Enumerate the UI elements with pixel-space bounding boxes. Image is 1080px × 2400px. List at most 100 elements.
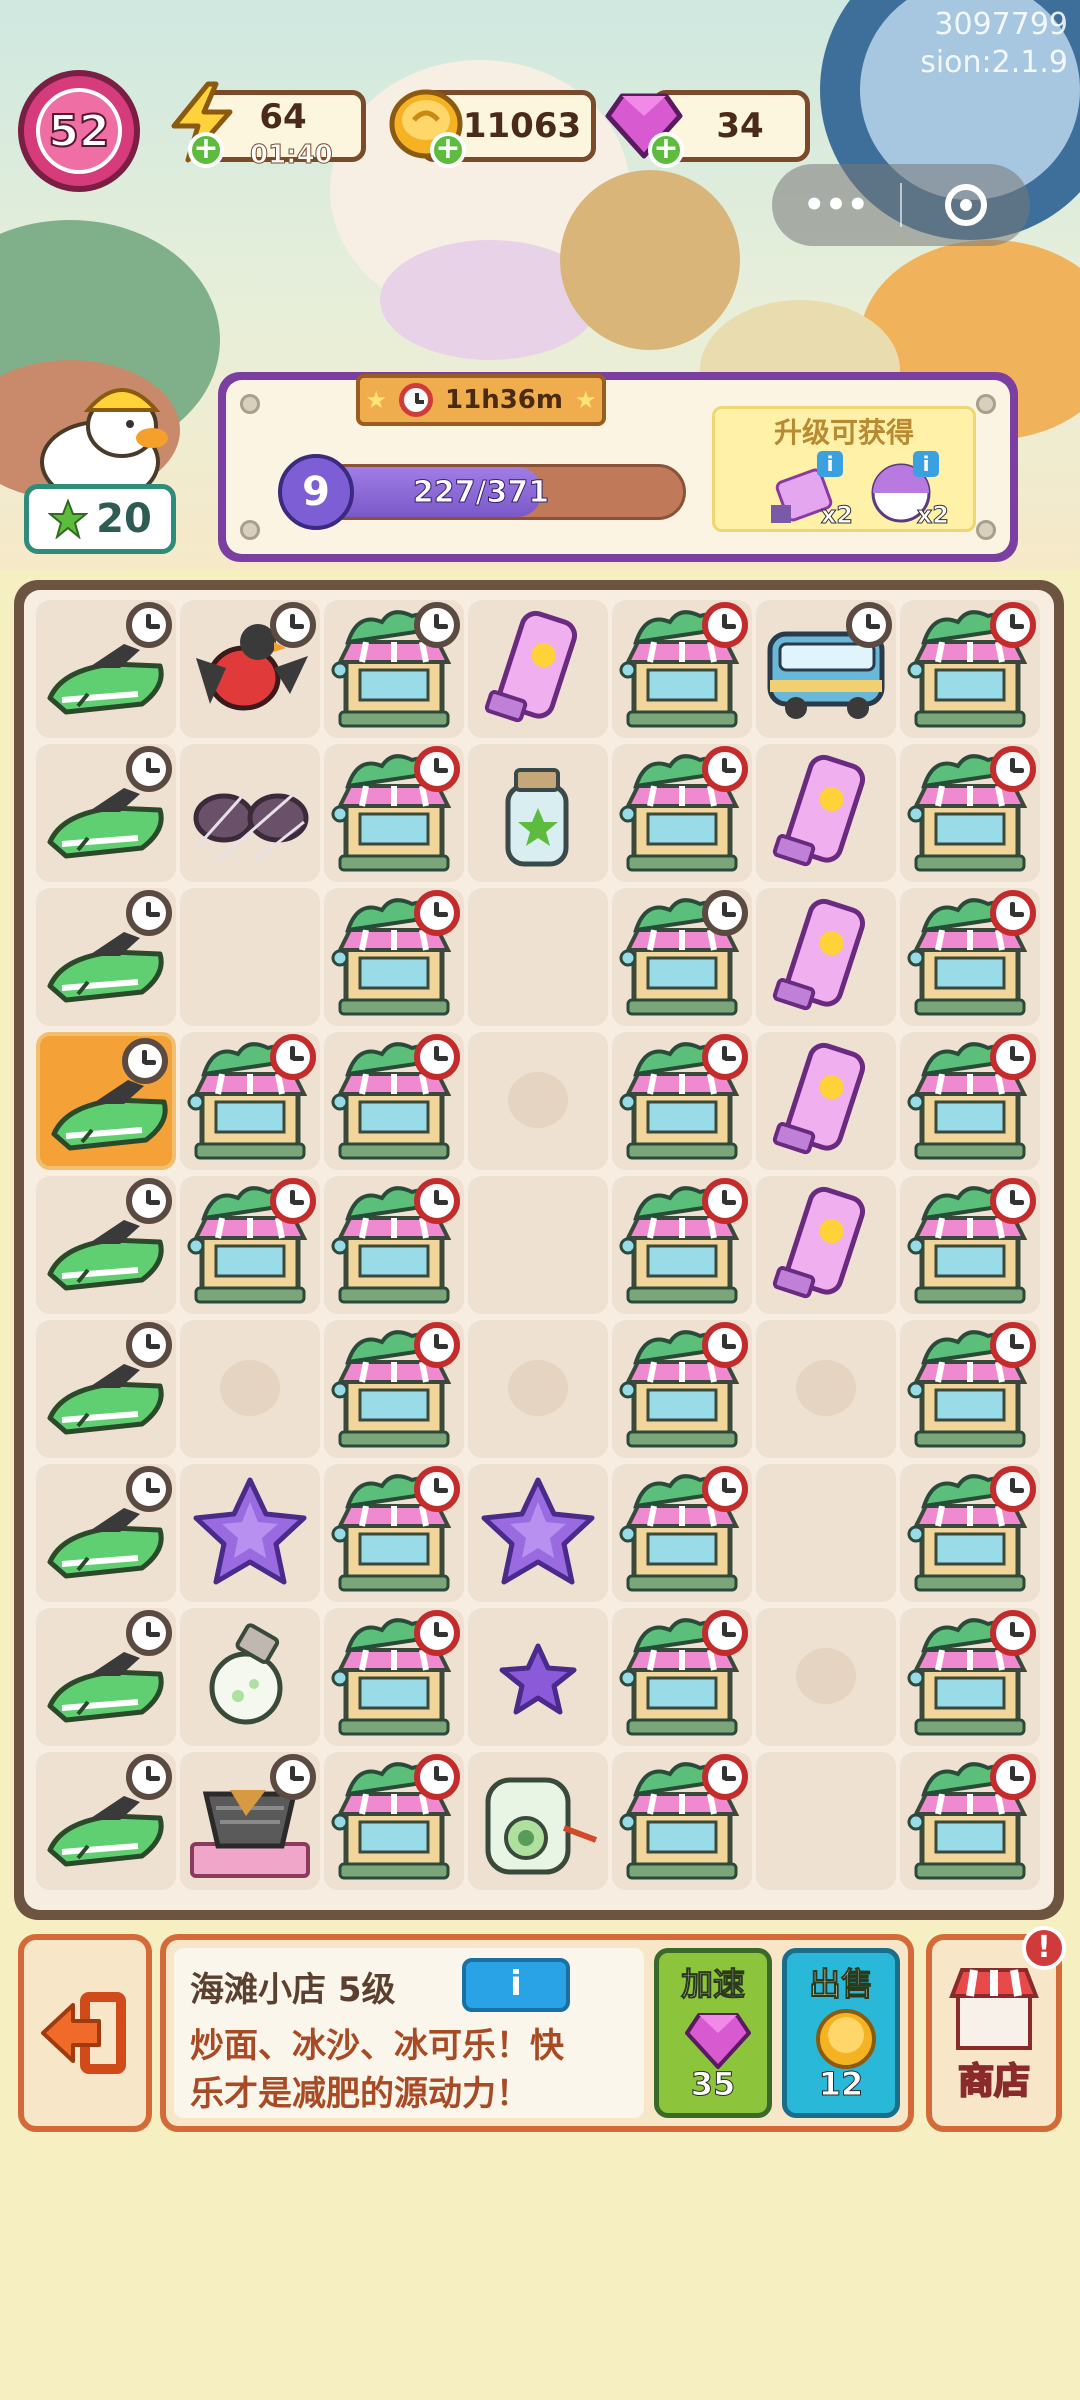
board-cell[interactable] <box>324 744 464 882</box>
board-cell[interactable] <box>324 1608 464 1746</box>
board-cell[interactable] <box>756 744 896 882</box>
board-cell[interactable] <box>36 888 176 1026</box>
avatar-star-count[interactable]: 20 <box>24 484 176 554</box>
cooldown-timer-icon <box>126 602 172 648</box>
board-cell[interactable] <box>36 1464 176 1602</box>
board-cell[interactable] <box>900 1176 1040 1314</box>
board-cell[interactable] <box>612 888 752 1026</box>
locked-cloud-cell[interactable] <box>468 1032 608 1170</box>
board-cell[interactable] <box>468 1176 608 1314</box>
cooldown-timer-icon <box>702 1034 748 1080</box>
close-miniprogram-button[interactable] <box>902 164 1030 246</box>
board-cell[interactable] <box>756 888 896 1026</box>
duck-worker-avatar[interactable] <box>30 370 180 500</box>
board-cell[interactable] <box>180 1608 320 1746</box>
star-item-icon <box>481 1477 595 1585</box>
reward-item-ball[interactable]: i x2 <box>863 451 950 530</box>
locked-cloud-cell[interactable] <box>180 1320 320 1458</box>
board-cell[interactable] <box>468 1752 608 1890</box>
sell-label: 出售 <box>808 1965 873 2004</box>
event-timer-text: 11h36m <box>445 385 563 415</box>
board-cell[interactable] <box>180 1176 320 1314</box>
board-cell[interactable] <box>36 1176 176 1314</box>
board-cell[interactable] <box>756 1464 896 1602</box>
cooldown-timer-icon <box>414 1754 460 1800</box>
event-timer-ribbon: ★ 11h36m ★ <box>356 374 606 426</box>
reward-info-button[interactable]: i <box>913 451 939 477</box>
coin-add-button[interactable]: + <box>430 132 466 168</box>
item-description-box: 海滩小店 5级 i 炒面、冰沙、冰可乐！快 乐才是减肥的源动力！ <box>174 1948 644 2118</box>
cooldown-timer-icon <box>702 1466 748 1512</box>
player-level-value: 52 <box>36 88 122 174</box>
board-cell[interactable] <box>612 1752 752 1890</box>
board-cell[interactable] <box>756 1032 896 1170</box>
board-cell[interactable] <box>180 1464 320 1602</box>
board-cell[interactable] <box>180 1032 320 1170</box>
board-cell[interactable] <box>36 600 176 738</box>
board-cell[interactable] <box>36 1752 176 1890</box>
locked-cloud-cell[interactable] <box>756 1320 896 1458</box>
shop-button[interactable]: 商店 ! <box>926 1926 1066 2132</box>
board-cell[interactable] <box>36 1032 176 1170</box>
board-cell[interactable] <box>468 1608 608 1746</box>
board-cell[interactable] <box>468 744 608 882</box>
board-cell[interactable] <box>36 1320 176 1458</box>
reward-item-bag[interactable]: i x2 <box>767 451 854 530</box>
board-cell[interactable] <box>756 1752 896 1890</box>
board-cell[interactable] <box>900 1752 1040 1890</box>
reward-title: 升级可获得 <box>773 416 914 449</box>
exit-button[interactable] <box>18 1934 152 2132</box>
cooldown-timer-icon <box>126 1754 172 1800</box>
board-cell[interactable] <box>180 744 320 882</box>
board-cell[interactable] <box>612 744 752 882</box>
board-cell[interactable] <box>612 1176 752 1314</box>
board-cell[interactable] <box>900 888 1040 1026</box>
gem-add-button[interactable]: + <box>648 132 684 168</box>
board-cell[interactable] <box>468 600 608 738</box>
board-cell[interactable] <box>612 600 752 738</box>
item-info-button[interactable]: i <box>462 1958 570 2012</box>
board-cell[interactable] <box>324 1032 464 1170</box>
board-cell[interactable] <box>468 888 608 1026</box>
board-cell[interactable] <box>36 744 176 882</box>
cooldown-timer-icon <box>990 890 1036 936</box>
shop-awning-icon <box>949 1968 1039 2050</box>
board-cell[interactable] <box>324 1176 464 1314</box>
board-cell[interactable] <box>180 600 320 738</box>
reward-info-button[interactable]: i <box>817 451 843 477</box>
sunscreen-item-icon <box>772 1042 866 1155</box>
board-cell[interactable] <box>900 744 1040 882</box>
web-glasses-item-icon <box>193 790 309 864</box>
board-cell[interactable] <box>612 1032 752 1170</box>
cooldown-timer-icon <box>990 1178 1036 1224</box>
board-cell[interactable] <box>324 888 464 1026</box>
board-cell[interactable] <box>900 1032 1040 1170</box>
more-options-button[interactable]: ••• <box>772 164 900 246</box>
cooldown-timer-icon <box>414 1466 460 1512</box>
board-cell[interactable] <box>900 1320 1040 1458</box>
board-cell[interactable] <box>900 1608 1040 1746</box>
board-cell[interactable] <box>468 1464 608 1602</box>
board-cell[interactable] <box>324 1320 464 1458</box>
cooldown-timer-icon <box>414 602 460 648</box>
board-cell[interactable] <box>612 1320 752 1458</box>
speed-up-button[interactable]: 加速 35 <box>654 1948 772 2118</box>
board-cell[interactable] <box>324 1752 464 1890</box>
locked-cloud-cell[interactable] <box>756 1608 896 1746</box>
locked-cloud-cell[interactable] <box>468 1320 608 1458</box>
board-cell[interactable] <box>612 1464 752 1602</box>
energy-add-button[interactable]: + <box>188 132 224 168</box>
board-level-badge: 9 <box>278 454 354 530</box>
sell-button[interactable]: 出售 12 <box>782 1948 900 2118</box>
board-cell[interactable] <box>36 1608 176 1746</box>
board-cell[interactable] <box>180 1752 320 1890</box>
board-cell[interactable] <box>324 1464 464 1602</box>
board-cell[interactable] <box>900 1464 1040 1602</box>
player-level-badge[interactable]: 52 <box>18 70 140 192</box>
board-cell[interactable] <box>756 1176 896 1314</box>
board-cell[interactable] <box>612 1608 752 1746</box>
board-cell[interactable] <box>756 600 896 738</box>
board-cell[interactable] <box>900 600 1040 738</box>
board-cell[interactable] <box>180 888 320 1026</box>
board-cell[interactable] <box>324 600 464 738</box>
